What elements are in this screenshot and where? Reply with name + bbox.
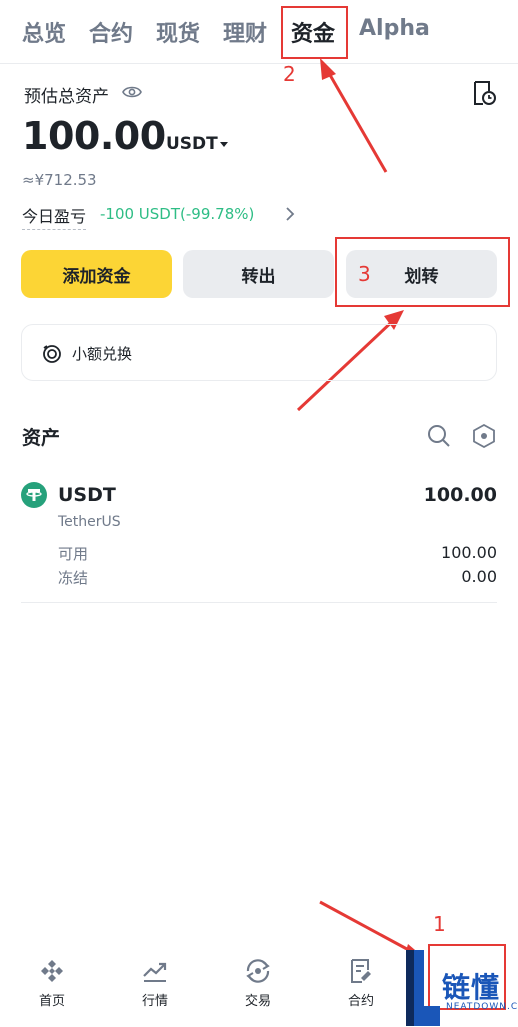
watermark-text: 链懂 xyxy=(442,971,501,1004)
nav-label-home: 首页 xyxy=(38,994,65,1009)
convert-icon xyxy=(42,344,62,368)
assets-title: 资产 xyxy=(22,427,61,449)
trade-icon xyxy=(246,959,270,983)
nav-item-futures[interactable]: 合约 xyxy=(311,958,411,1009)
withdraw-button[interactable]: 转出 xyxy=(183,250,334,298)
eye-icon[interactable] xyxy=(122,84,142,104)
annotation-number-1: 1 xyxy=(433,912,446,936)
annotation-number-3: 3 xyxy=(358,262,371,286)
search-icon[interactable] xyxy=(427,424,451,452)
nav-item-markets[interactable]: 行情 xyxy=(105,958,205,1009)
add-funds-button[interactable]: 添加资金 xyxy=(21,250,172,298)
estimated-total-label: 预估总资产 xyxy=(24,87,109,107)
chevron-right-icon[interactable] xyxy=(285,206,295,226)
annotation-arrowhead-2 xyxy=(320,58,336,80)
nav-label-futures: 合约 xyxy=(347,994,374,1009)
divider xyxy=(21,602,497,603)
asset-total: 100.00 xyxy=(423,484,497,506)
futures-icon xyxy=(351,959,371,983)
available-value: 100.00 xyxy=(441,543,497,562)
frozen-label: 冻结 xyxy=(58,569,89,587)
convert-label: 小额兑换 xyxy=(72,345,133,363)
today-pnl-label[interactable]: 今日盈亏 xyxy=(22,203,87,230)
today-pnl-value[interactable]: -100 USDT(-99.78%) xyxy=(100,205,254,223)
watermark-logo xyxy=(406,950,440,1026)
annotation-arrow-2 xyxy=(324,67,388,173)
total-balance: 100.00 xyxy=(22,114,166,158)
frozen-value: 0.00 xyxy=(461,567,497,586)
watermark: 链懂 NEATDOWN.COM xyxy=(402,948,518,1027)
currency-selector[interactable]: USDT xyxy=(166,134,218,154)
asset-full-name: TetherUS xyxy=(58,514,121,530)
home-icon xyxy=(41,960,63,982)
nav-label-trade: 交易 xyxy=(244,994,271,1009)
settings-hex-icon[interactable] xyxy=(473,423,495,452)
nav-label-markets: 行情 xyxy=(141,994,168,1009)
nav-item-home[interactable]: 首页 xyxy=(2,958,102,1009)
watermark-subtext: NEATDOWN.COM xyxy=(446,1002,518,1012)
nav-item-trade[interactable]: 交易 xyxy=(208,958,308,1009)
small-balance-convert[interactable]: 小额兑换 xyxy=(21,324,497,381)
available-label: 可用 xyxy=(58,545,89,563)
asset-symbol[interactable]: USDT xyxy=(58,484,116,506)
approx-cny-value: ≈¥712.53 xyxy=(22,171,97,189)
history-icon[interactable] xyxy=(472,80,496,110)
caret-down-icon[interactable] xyxy=(220,142,228,147)
markets-icon xyxy=(143,962,167,982)
usdt-coin-icon xyxy=(21,482,47,508)
